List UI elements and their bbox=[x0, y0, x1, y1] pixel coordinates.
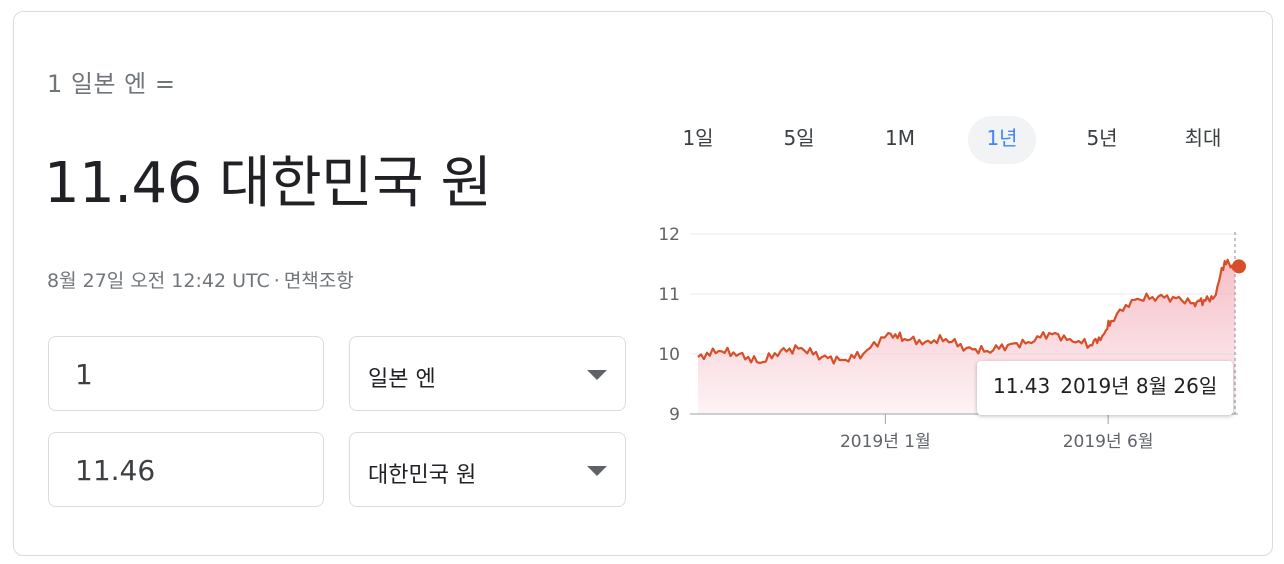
x-tick-label: 2019년 1월 bbox=[840, 432, 931, 452]
y-tick-label: 9 bbox=[669, 405, 680, 425]
dropdown-arrow-icon bbox=[587, 466, 607, 476]
disclaimer-link[interactable]: 면책조항 bbox=[284, 270, 354, 292]
tab-5-year[interactable]: 5년 bbox=[1068, 116, 1136, 164]
tab-1-year[interactable]: 1년 bbox=[968, 116, 1036, 164]
to-currency-label: 대한민국 원 bbox=[368, 463, 477, 488]
chart-tooltip: 11.43 2019년 8월 26일 bbox=[977, 361, 1234, 415]
to-amount-field[interactable] bbox=[48, 432, 324, 507]
tooltip-date: 2019년 8월 26일 bbox=[1060, 374, 1218, 398]
dropdown-arrow-icon bbox=[587, 370, 607, 380]
to-currency-select[interactable]: 대한민국 원 bbox=[349, 432, 626, 507]
exchange-rate-chart[interactable]: 12 11 10 9 2019년 1월 2019년 6월 bbox=[640, 210, 1260, 470]
separator: · bbox=[273, 270, 280, 292]
to-amount-input[interactable] bbox=[73, 453, 307, 488]
from-currency-label: 일본 엔 bbox=[368, 367, 436, 392]
timestamp-line: 8월 27일 오전 12:42 UTC · 면책조항 bbox=[47, 266, 354, 293]
current-point bbox=[1232, 259, 1246, 274]
from-amount-field[interactable] bbox=[48, 336, 324, 411]
chart-svg: 12 11 10 9 2019년 1월 2019년 6월 bbox=[658, 225, 1246, 452]
from-currency-select[interactable]: 일본 엔 bbox=[349, 336, 626, 411]
x-tick-label: 2019년 6월 bbox=[1063, 432, 1154, 452]
tab-1-month[interactable]: 1M bbox=[866, 116, 934, 164]
conversion-result: 11.46 대한민국 원 bbox=[44, 151, 492, 216]
y-tick-label: 12 bbox=[658, 225, 680, 245]
y-tick-label: 10 bbox=[658, 345, 680, 365]
time-range-tabs: 1일 5일 1M 1년 5년 최대 bbox=[650, 116, 1250, 164]
conversion-from-label: 1 일본 엔 = bbox=[47, 70, 176, 98]
tab-5-day[interactable]: 5일 bbox=[765, 116, 833, 164]
from-amount-input[interactable] bbox=[73, 357, 307, 392]
tab-max[interactable]: 최대 bbox=[1169, 116, 1237, 164]
y-tick-label: 11 bbox=[658, 285, 680, 305]
tab-1-day[interactable]: 1일 bbox=[664, 116, 732, 164]
tooltip-value: 11.43 bbox=[993, 374, 1051, 398]
timestamp: 8월 27일 오전 12:42 UTC bbox=[47, 270, 270, 292]
